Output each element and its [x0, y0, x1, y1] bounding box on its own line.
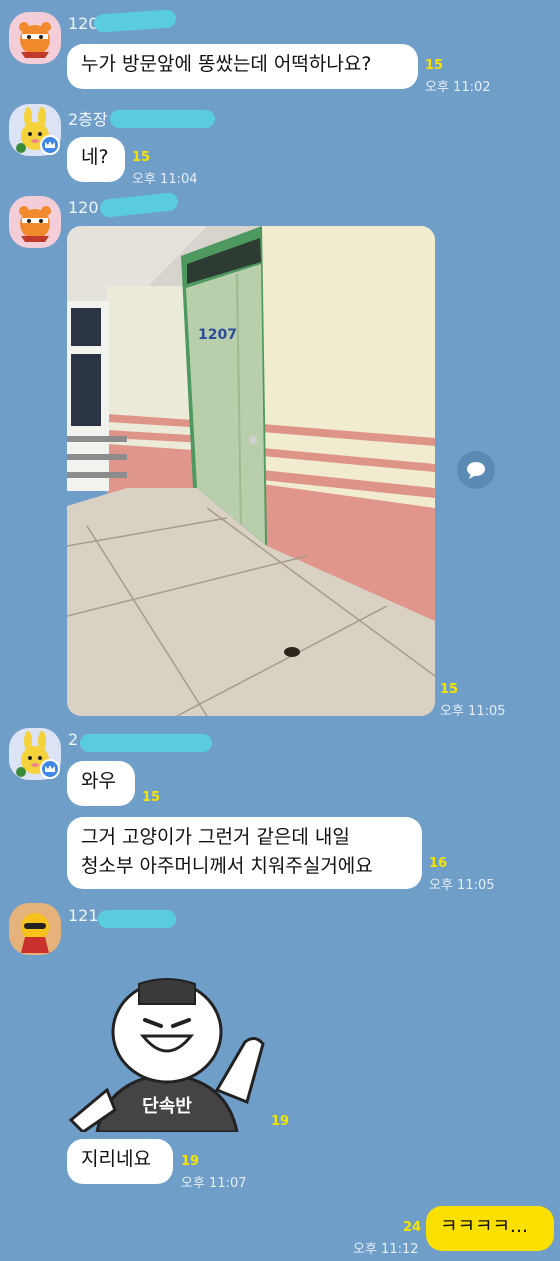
message-bubble[interactable]: 그거 고양이가 그런거 같은데 내일 청소부 아주머니께서 치워주실거에요: [67, 817, 422, 889]
hallway-photo[interactable]: 1207: [67, 226, 435, 716]
character-avatar-icon: [21, 913, 49, 953]
sticker[interactable]: 단속반: [67, 970, 267, 1134]
timestamp: 오후 11:04: [132, 172, 198, 187]
message-bubble[interactable]: 네?: [67, 137, 125, 182]
poop-mark: [284, 647, 300, 657]
message-bubble[interactable]: 와우: [67, 761, 135, 806]
avatar-tiger[interactable]: [9, 196, 61, 248]
unread-count: 15: [425, 58, 444, 73]
name-redaction: [110, 110, 215, 128]
message-text: ㅋㅋㅋㅋ...: [440, 1215, 529, 1237]
message-text: 누가 방문앞에 똥쌌는데 어떡하나요?: [81, 53, 372, 75]
hallway-photo-image: 1207: [67, 226, 435, 716]
message-text-line1: 그거 고양이가 그런거 같은데 내일: [81, 826, 350, 848]
timestamp: 오후 11:05: [440, 704, 506, 719]
avatar-tiger[interactable]: [9, 12, 61, 64]
unread-count: 24: [403, 1220, 422, 1235]
message-bubble[interactable]: 지리네요: [67, 1139, 173, 1184]
unread-count: 19: [271, 1114, 290, 1129]
timestamp: 오후 11:12: [353, 1242, 419, 1257]
timestamp: 오후 11:02: [425, 80, 491, 95]
crown-badge: [40, 135, 60, 155]
unread-count: 16: [429, 856, 448, 871]
unread-count: 15: [142, 790, 161, 805]
message-bubble[interactable]: 누가 방문앞에 똥쌌는데 어떡하나요?: [67, 44, 418, 89]
name-redaction: [80, 734, 212, 752]
my-message-bubble[interactable]: ㅋㅋㅋㅋ...: [426, 1206, 554, 1251]
tiger-avatar-icon: [19, 22, 51, 58]
sender-name: 120: [68, 198, 99, 217]
message-text: 네?: [81, 146, 109, 168]
timestamp: 오후 11:07: [181, 1176, 247, 1191]
message-text: 와우: [81, 770, 116, 792]
sender-name: 2층장: [68, 110, 108, 129]
name-redaction: [98, 910, 176, 928]
tiger-avatar-icon: [19, 206, 51, 242]
sticker-text: 단속반: [142, 1096, 192, 1117]
sender-name: 2: [68, 730, 79, 749]
name-redaction: [99, 191, 179, 219]
message-text-line2: 청소부 아주머니께서 치워주실거에요: [81, 855, 373, 877]
avatar-character[interactable]: [9, 903, 61, 955]
crackdown-sticker-image: 단속반: [68, 978, 265, 1134]
unread-count: 15: [132, 150, 151, 165]
sender-name: 121: [68, 906, 99, 925]
crown-icon: [45, 765, 55, 772]
message-text: 지리네요: [81, 1148, 151, 1170]
name-redaction: [93, 9, 177, 33]
share-bubble-icon: [467, 462, 485, 479]
share-button[interactable]: [457, 451, 495, 489]
unread-count: 19: [181, 1154, 200, 1169]
crown-badge: [40, 759, 60, 779]
unread-count: 15: [440, 682, 459, 697]
door-number: 1207: [198, 327, 237, 343]
timestamp: 오후 11:05: [429, 878, 495, 893]
crown-icon: [45, 141, 55, 148]
